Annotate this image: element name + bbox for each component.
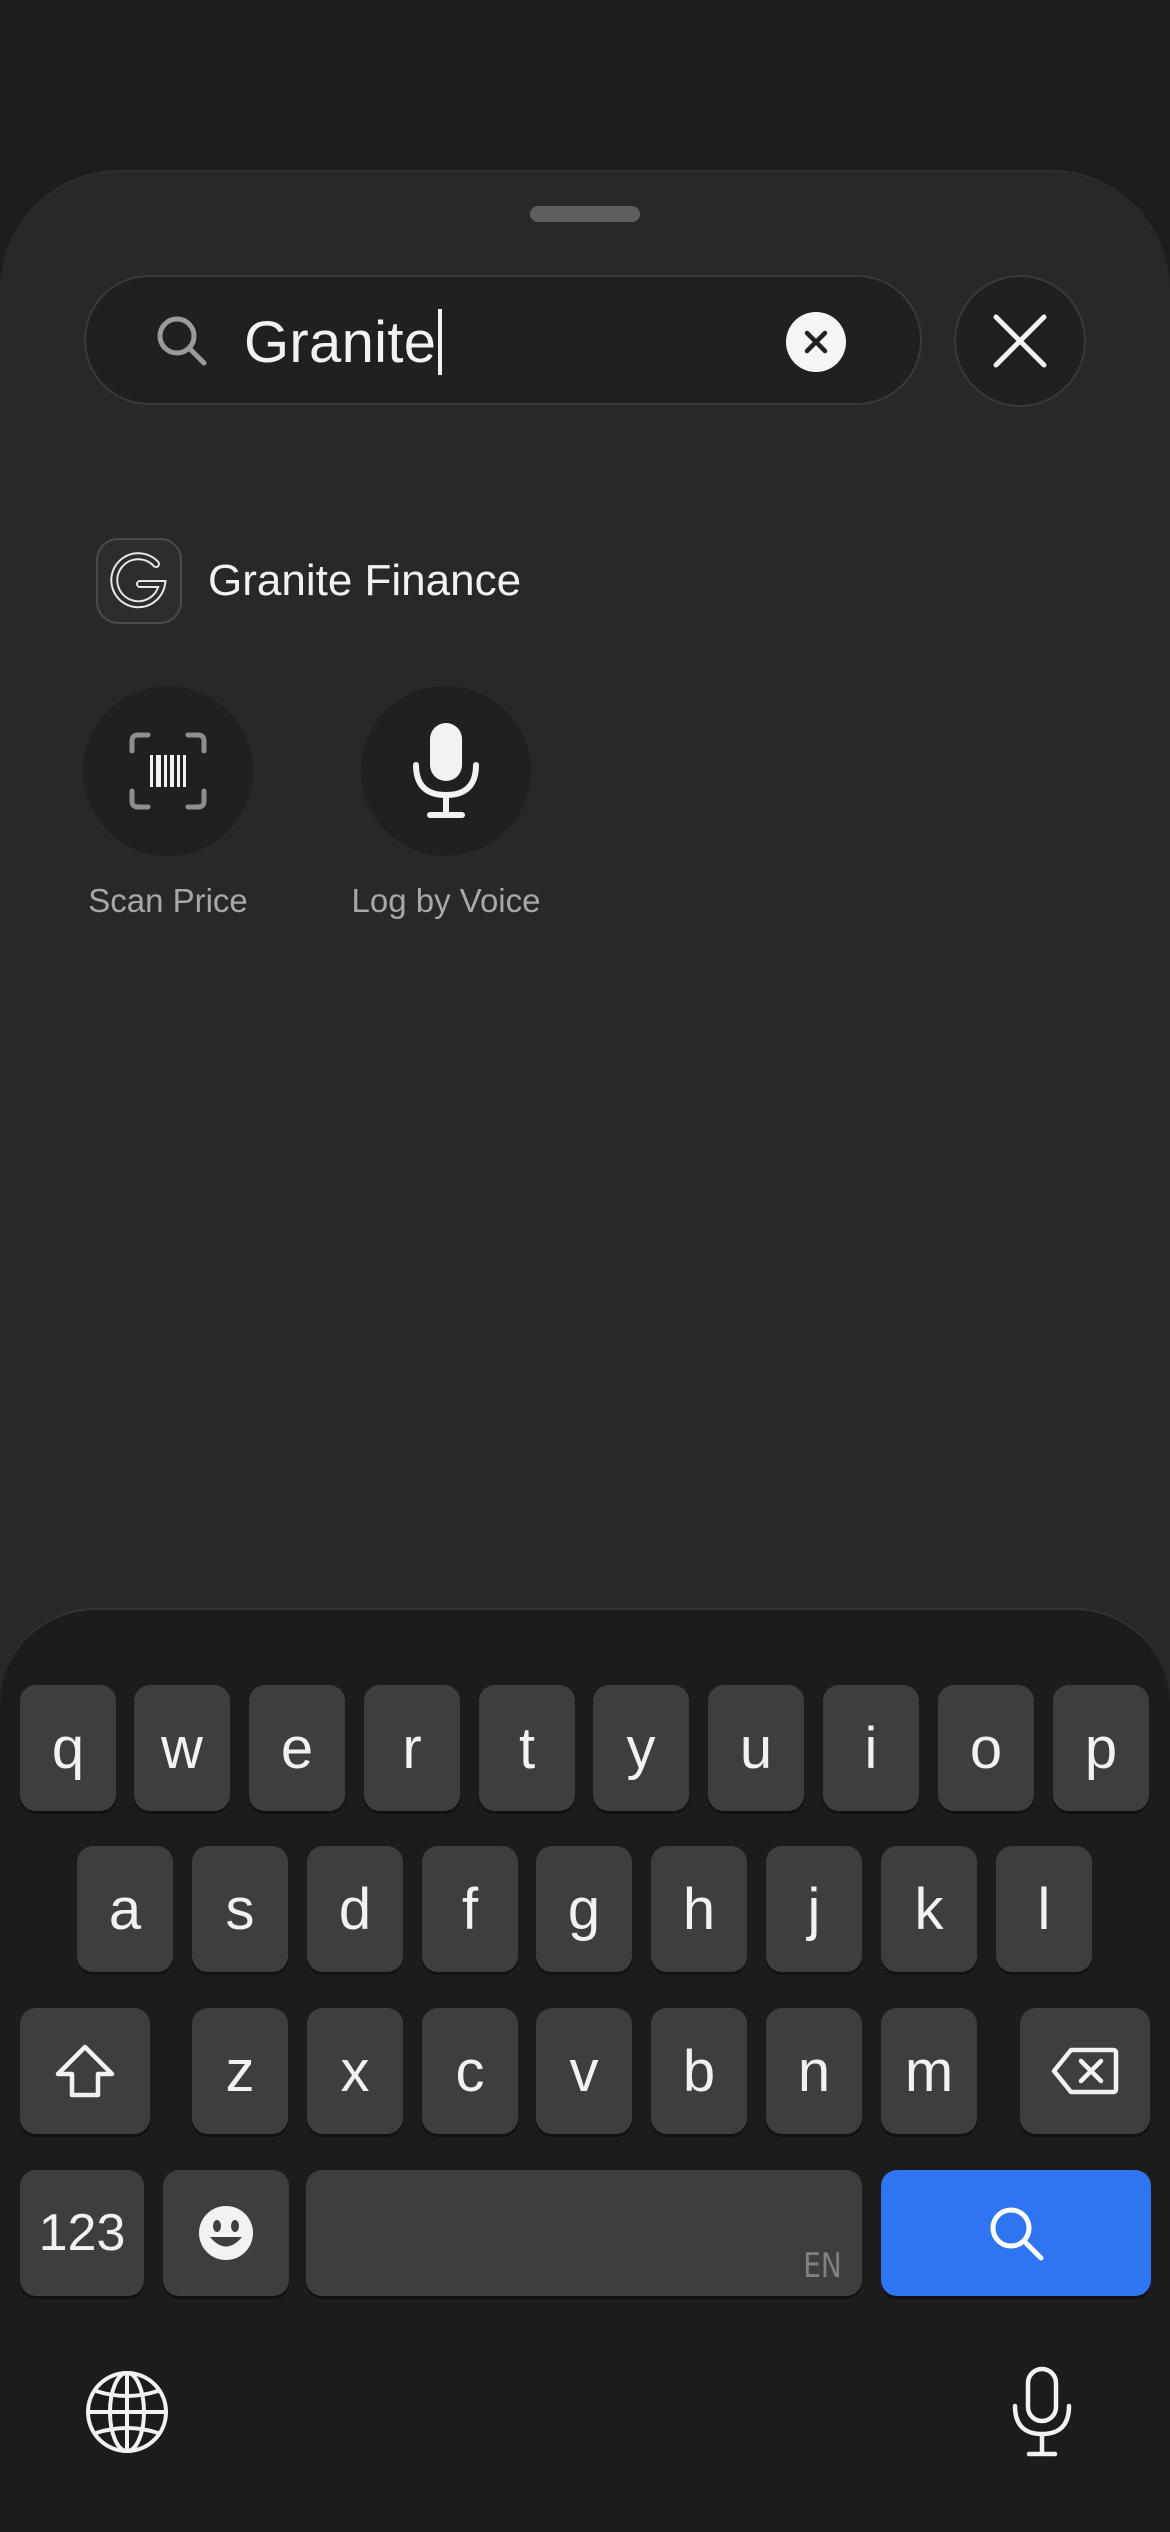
key-n[interactable]: n (766, 2008, 862, 2134)
key-a[interactable]: a (77, 1846, 173, 1972)
key-x[interactable]: x (307, 2008, 403, 2134)
granite-g-logo-icon (96, 538, 182, 624)
key-u[interactable]: u (708, 1685, 804, 1811)
key-h[interactable]: h (651, 1846, 747, 1972)
key-w[interactable]: w (134, 1685, 230, 1811)
search-icon (157, 316, 207, 366)
barcode-scan-icon (129, 732, 207, 810)
shift-key[interactable] (20, 2008, 150, 2134)
emoji-face-icon (199, 2206, 253, 2260)
key-p[interactable]: p (1053, 1685, 1149, 1811)
clear-x-icon (804, 330, 828, 354)
key-b[interactable]: b (651, 2008, 747, 2134)
key-o[interactable]: o (938, 1685, 1034, 1811)
microphone-icon (413, 723, 479, 818)
key-d[interactable]: d (307, 1846, 403, 1972)
log-by-voice-action[interactable]: Log by Voice (336, 686, 556, 920)
scan-price-action[interactable]: Scan Price (58, 686, 278, 920)
scan-price-button[interactable] (83, 686, 253, 856)
key-r[interactable]: r (364, 1685, 460, 1811)
close-button[interactable] (954, 275, 1086, 407)
key-y[interactable]: y (593, 1685, 689, 1811)
numbers-key[interactable]: 123 (20, 2170, 144, 2296)
result-item-granite-finance[interactable]: Granite Finance (96, 536, 521, 626)
search-input[interactable]: Granite (244, 303, 443, 381)
key-j[interactable]: j (766, 1846, 862, 1972)
keyboard: q w e r t y u i o p a s d f g h j k l z … (0, 1608, 1170, 2532)
search-query-text: Granite (244, 309, 437, 375)
log-by-voice-button[interactable] (361, 686, 531, 856)
dictation-key[interactable] (992, 2362, 1092, 2462)
key-f[interactable]: f (422, 1846, 518, 1972)
key-l[interactable]: l (996, 1846, 1092, 1972)
sheet-grabber[interactable] (530, 206, 640, 222)
key-c[interactable]: c (422, 2008, 518, 2134)
scan-price-label: Scan Price (88, 882, 248, 919)
search-icon (990, 2207, 1044, 2261)
key-g[interactable]: g (536, 1846, 632, 1972)
key-v[interactable]: v (536, 2008, 632, 2134)
text-caret (438, 309, 443, 375)
key-q[interactable]: q (20, 1685, 116, 1811)
key-z[interactable]: z (192, 2008, 288, 2134)
key-i[interactable]: i (823, 1685, 919, 1811)
globe-key[interactable] (77, 2362, 177, 2462)
key-m[interactable]: m (881, 2008, 977, 2134)
search-field[interactable]: Granite (84, 275, 922, 405)
emoji-key[interactable] (163, 2170, 289, 2296)
result-label: Granite Finance (208, 556, 522, 605)
space-language-label: EN (803, 2246, 842, 2286)
search-key[interactable] (881, 2170, 1151, 2296)
backspace-key[interactable] (1020, 2008, 1150, 2134)
key-s[interactable]: s (192, 1846, 288, 1972)
close-icon (993, 314, 1047, 368)
space-key[interactable]: EN (306, 2170, 862, 2296)
key-t[interactable]: t (479, 1685, 575, 1811)
shift-arrow-icon (55, 2044, 115, 2098)
log-by-voice-label: Log by Voice (351, 882, 541, 919)
key-k[interactable]: k (881, 1846, 977, 1972)
globe-icon (86, 2371, 168, 2453)
key-e[interactable]: e (249, 1685, 345, 1811)
backspace-icon (1051, 2047, 1119, 2095)
clear-search-button[interactable] (786, 312, 846, 372)
dictation-microphone-icon (1012, 2366, 1072, 2457)
